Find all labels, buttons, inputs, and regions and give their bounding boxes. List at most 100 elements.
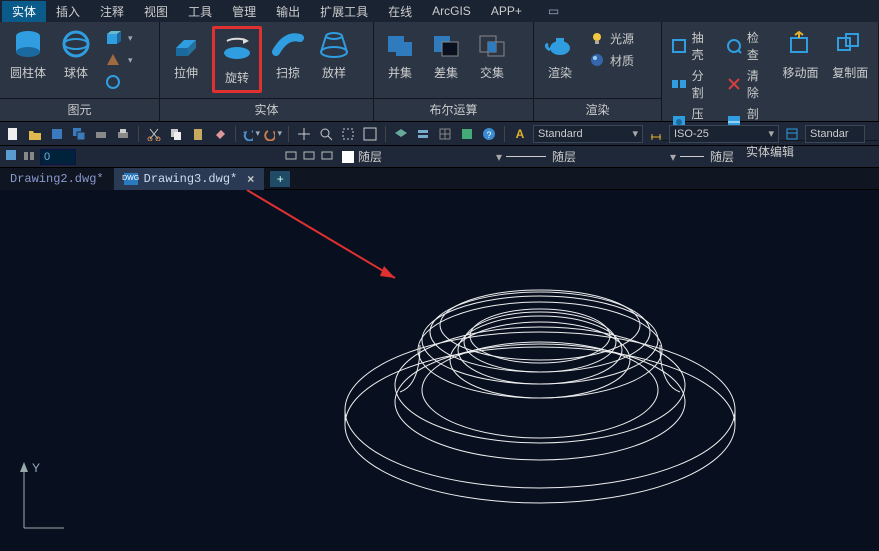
paste-icon[interactable] <box>189 125 207 143</box>
separate-icon <box>670 75 688 93</box>
tablestyle-combo[interactable]: Standar <box>805 125 865 143</box>
new-tab-button[interactable]: + <box>270 171 290 187</box>
grid-icon[interactable] <box>436 125 454 143</box>
menu-output[interactable]: 输出 <box>266 1 310 22</box>
copyface-button[interactable]: 复制面 <box>829 26 872 83</box>
tab-close-icon[interactable]: × <box>247 172 254 186</box>
redo-icon[interactable]: ▾ <box>264 125 282 143</box>
pan-icon[interactable] <box>295 125 313 143</box>
clean-button[interactable]: 清除 <box>723 66 772 102</box>
block-authoring-icon[interactable] <box>4 148 18 165</box>
zoomwin-icon[interactable] <box>339 125 357 143</box>
render-label: 渲染 <box>548 64 572 81</box>
plot-icon[interactable] <box>92 125 110 143</box>
separate-button[interactable]: 分割 <box>668 66 717 102</box>
layer-color-value: 随层 <box>358 148 382 165</box>
menu-arcgis[interactable]: ArcGIS <box>422 2 481 20</box>
new-icon[interactable] <box>4 125 22 143</box>
help-icon[interactable]: ? <box>480 125 498 143</box>
layerprops-icon[interactable] <box>414 125 432 143</box>
teapot-icon <box>544 28 576 60</box>
revolve-button[interactable]: 旋转 <box>217 31 257 88</box>
menu-view[interactable]: 视图 <box>134 1 178 22</box>
extrude-label: 拉伸 <box>174 64 198 81</box>
drawing-viewport[interactable]: Y <box>0 190 879 548</box>
cut-icon[interactable] <box>145 125 163 143</box>
wedge-small-button[interactable] <box>102 72 135 92</box>
menu-insert[interactable]: 插入 <box>46 1 90 22</box>
light-button[interactable]: 光源 <box>586 28 636 48</box>
primitive-small-column: ▾ ▾ <box>102 26 135 92</box>
saveas-icon[interactable] <box>70 125 88 143</box>
shell-button[interactable]: 抽壳 <box>668 28 717 64</box>
tab-drawing2[interactable]: Drawing2.dwg* <box>0 168 114 190</box>
loft-icon <box>318 28 350 60</box>
shell-label: 抽壳 <box>692 29 716 63</box>
mirror-value-field[interactable]: 0 <box>40 149 76 165</box>
moveface-label: 移动面 <box>783 64 819 81</box>
menu-manage[interactable]: 管理 <box>222 1 266 22</box>
check-button[interactable]: 检查 <box>723 28 772 64</box>
textstyle-combo[interactable]: Standard▾ <box>533 125 643 143</box>
tab-drawing3-label: Drawing3.dwg* <box>144 172 238 186</box>
cone-small-button[interactable]: ▾ <box>102 50 135 70</box>
save-icon[interactable] <box>48 125 66 143</box>
sweep-button[interactable]: 扫掠 <box>268 26 308 83</box>
union-label: 并集 <box>388 64 412 81</box>
subtract-button[interactable]: 差集 <box>426 26 466 83</box>
tab-drawing3[interactable]: DWG Drawing3.dwg* × <box>114 168 265 190</box>
cylinder-button[interactable]: 圆柱体 <box>6 26 50 83</box>
props-icon[interactable] <box>458 125 476 143</box>
panel-boolean: 并集 差集 交集 布尔运算 <box>374 22 534 121</box>
menu-tools[interactable]: 工具 <box>178 1 222 22</box>
zoom-icon[interactable] <box>317 125 335 143</box>
extrude-icon <box>170 28 202 60</box>
menu-extensions[interactable]: 扩展工具 <box>310 1 378 22</box>
moveface-button[interactable]: 移动面 <box>779 26 823 83</box>
zoomext-icon[interactable] <box>361 125 379 143</box>
material-label: 材质 <box>610 52 634 69</box>
panel-boolean-title: 布尔运算 <box>374 98 533 121</box>
render-button[interactable]: 渲染 <box>540 26 580 83</box>
panel-solidedit: 抽壳 分割 压印 检查 清除 剖切 移动面 复制面 实体编辑 <box>662 22 879 121</box>
panel-solid-title: 实体 <box>160 98 373 121</box>
undo-icon[interactable]: ▾ <box>242 125 260 143</box>
sphere-icon <box>60 28 92 60</box>
model-wireframe <box>0 190 879 548</box>
lightbulb-icon <box>588 29 606 47</box>
linetype-combo[interactable]: 随层▾ <box>506 148 676 165</box>
layer-color-combo[interactable]: 随层▾ <box>342 148 502 165</box>
window-state-icon[interactable]: ▭ <box>542 2 565 20</box>
isoplane-icon3[interactable] <box>320 148 334 165</box>
print-icon[interactable] <box>114 125 132 143</box>
sphere-button[interactable]: 球体 <box>56 26 96 83</box>
menu-annotate[interactable]: 注释 <box>90 1 134 22</box>
dimstyle-combo[interactable]: ISO-25▾ <box>669 125 779 143</box>
lineweight-combo[interactable]: 随层 <box>680 148 790 165</box>
material-button[interactable]: 材质 <box>586 50 636 70</box>
lineweight-value: 随层 <box>710 148 734 165</box>
extrude-button[interactable]: 拉伸 <box>166 26 206 83</box>
isoplane-icon1[interactable] <box>284 148 298 165</box>
dimstyle-annot-icon[interactable] <box>647 125 665 143</box>
menu-solid[interactable]: 实体 <box>2 1 46 22</box>
sphere-label: 球体 <box>64 64 88 81</box>
open-icon[interactable] <box>26 125 44 143</box>
tablestyle-icon[interactable] <box>783 125 801 143</box>
textstyle-annot-icon[interactable]: A <box>511 125 529 143</box>
mirror-toggle-icon[interactable] <box>22 148 36 165</box>
isoplane-icon2[interactable] <box>302 148 316 165</box>
menu-online[interactable]: 在线 <box>378 1 422 22</box>
intersect-label: 交集 <box>480 64 504 81</box>
box-small-button[interactable]: ▾ <box>102 28 135 48</box>
erase-icon[interactable] <box>211 125 229 143</box>
wedge-icon <box>104 73 122 91</box>
menu-appplus[interactable]: APP+ <box>481 2 532 20</box>
layers-icon[interactable] <box>392 125 410 143</box>
intersect-button[interactable]: 交集 <box>472 26 512 83</box>
subtract-icon <box>430 28 462 60</box>
sweep-icon <box>272 28 304 60</box>
union-button[interactable]: 并集 <box>380 26 420 83</box>
copy-icon[interactable] <box>167 125 185 143</box>
loft-button[interactable]: 放样 <box>314 26 354 83</box>
